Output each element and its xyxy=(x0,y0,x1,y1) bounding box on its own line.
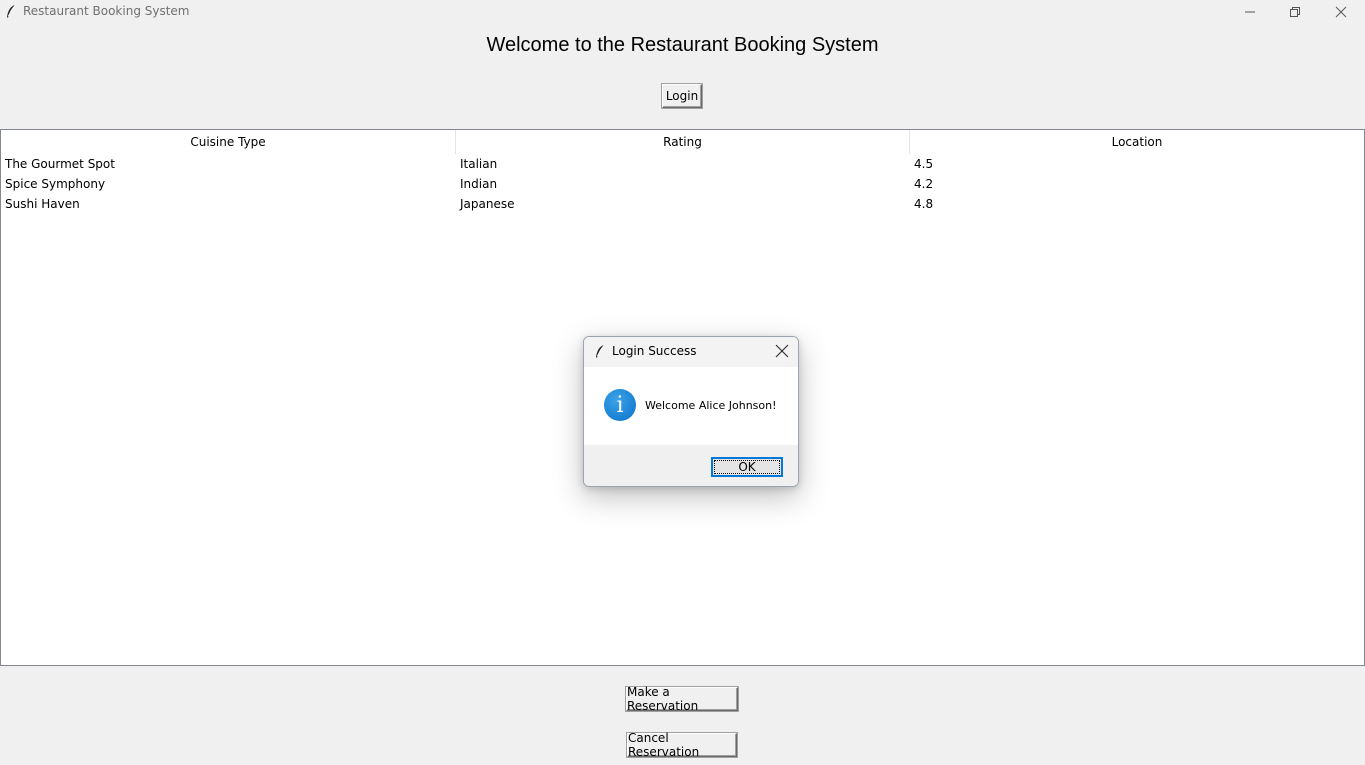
minimize-icon xyxy=(1245,11,1255,12)
dialog-body: i Welcome Alice Johnson! xyxy=(584,367,798,445)
table-cell: 4.2 xyxy=(914,177,934,191)
table-cell: Spice Symphony xyxy=(5,177,106,191)
table-cell: Japanese xyxy=(460,197,515,211)
table-cell: 4.5 xyxy=(914,157,934,171)
window-titlebar[interactable]: Restaurant Booking System xyxy=(0,0,1365,23)
close-button[interactable] xyxy=(1318,0,1364,23)
column-header-location[interactable]: Location xyxy=(910,130,1364,154)
make-reservation-button[interactable]: Make a Reservation xyxy=(626,685,738,713)
table-cell: Italian xyxy=(460,157,498,171)
dialog-titlebar[interactable]: Login Success xyxy=(584,337,798,367)
restore-button[interactable] xyxy=(1272,0,1318,23)
login-success-dialog[interactable]: Login Success i Welcome Alice Johnson! O… xyxy=(583,336,799,487)
ok-button[interactable]: OK xyxy=(711,457,783,477)
table-cell: Sushi Haven xyxy=(5,197,80,211)
table-cell: Indian xyxy=(460,177,498,191)
table-cell: 4.8 xyxy=(914,197,934,211)
dialog-title: Login Success xyxy=(612,344,697,358)
cancel-reservation-button[interactable]: Cancel Reservation xyxy=(627,731,737,759)
focus-ring xyxy=(714,460,780,474)
close-icon xyxy=(1335,6,1347,17)
page-title: Welcome to the Restaurant Booking System xyxy=(486,34,879,56)
tk-feather-icon xyxy=(596,344,605,358)
dialog-message: Welcome Alice Johnson! xyxy=(645,399,777,412)
minimize-button[interactable] xyxy=(1227,0,1273,23)
login-button[interactable]: Login xyxy=(662,84,702,108)
table-row[interactable]: The Gourmet Spot Italian 4.5 xyxy=(1,154,1364,174)
column-header-cuisine-type[interactable]: Cuisine Type xyxy=(1,130,456,154)
restore-icon xyxy=(1290,6,1300,17)
table-row[interactable]: Spice Symphony Indian 4.2 xyxy=(1,174,1364,194)
table-header: Cuisine Type Rating Location xyxy=(1,130,1364,154)
close-icon[interactable] xyxy=(774,343,790,359)
table-cell: The Gourmet Spot xyxy=(5,157,115,171)
column-header-rating[interactable]: Rating xyxy=(456,130,910,154)
dialog-footer: OK xyxy=(584,445,798,486)
info-icon: i xyxy=(604,389,636,421)
tk-feather-icon xyxy=(7,4,16,18)
window-title: Restaurant Booking System xyxy=(23,4,190,18)
table-row[interactable]: Sushi Haven Japanese 4.8 xyxy=(1,194,1364,214)
